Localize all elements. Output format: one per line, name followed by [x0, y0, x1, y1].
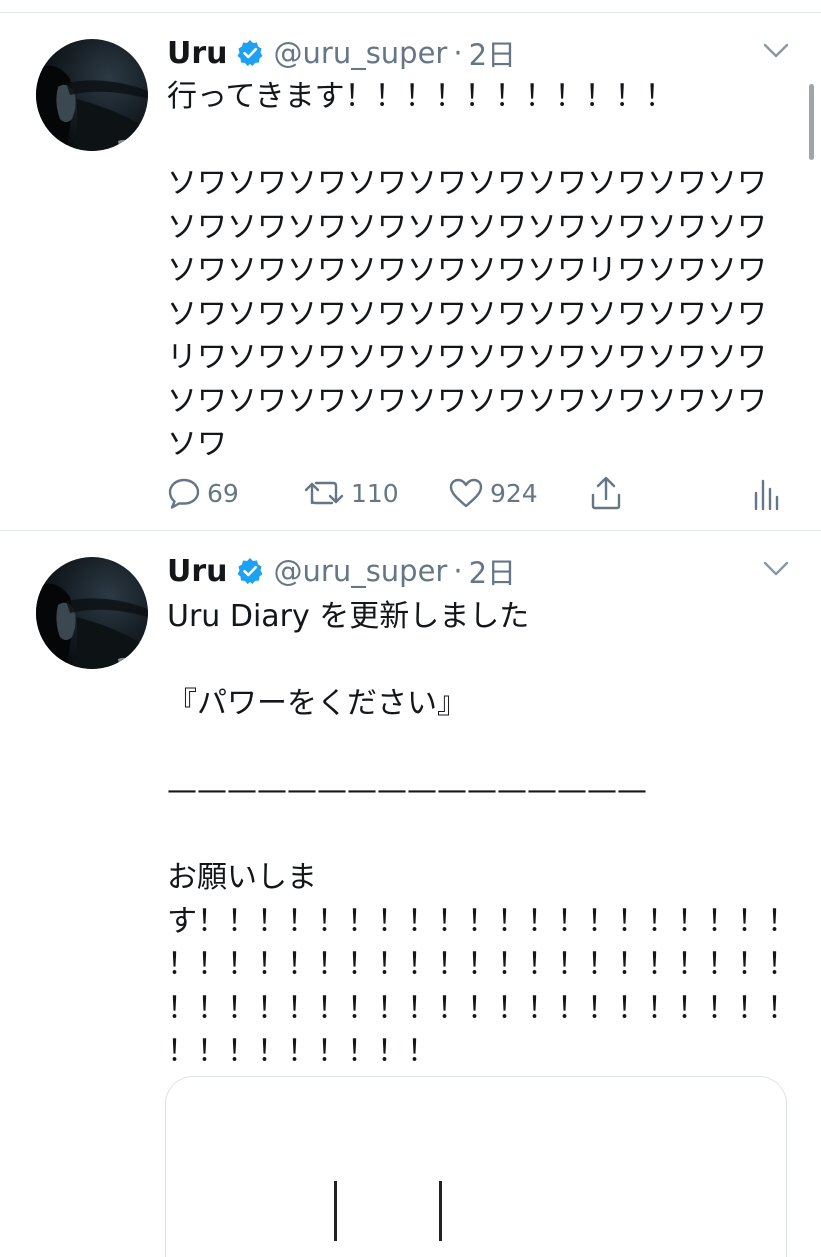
separator-dot: · — [453, 36, 463, 70]
timestamp[interactable]: 2日 — [469, 550, 516, 592]
tweet[interactable]: Uru @uru_super · 2日 行ってきます！！！！！！！！！！！ ソワ… — [0, 13, 821, 530]
retweet-icon — [304, 481, 344, 505]
reply-icon — [168, 478, 200, 509]
avatar[interactable] — [36, 557, 148, 669]
retweet-count: 110 — [351, 478, 399, 508]
chevron-down-icon[interactable] — [763, 561, 789, 577]
card-image-mark — [334, 1181, 337, 1241]
separator-dot: · — [453, 554, 463, 588]
reply-button[interactable]: 69 — [167, 471, 239, 515]
user-handle[interactable]: @uru_super — [274, 36, 448, 70]
timestamp[interactable]: 2日 — [469, 32, 516, 74]
reply-count: 69 — [207, 478, 239, 508]
analytics-button[interactable] — [753, 471, 779, 515]
scrollbar[interactable] — [809, 84, 814, 160]
tweet[interactable]: Uru @uru_super · 2日 Uru Diary を更新しました 『パ… — [0, 531, 821, 1257]
user-handle[interactable]: @uru_super — [274, 554, 448, 588]
verified-badge-icon — [236, 39, 264, 67]
chevron-down-icon[interactable] — [763, 43, 789, 59]
tweet-header: Uru @uru_super · 2日 — [167, 33, 516, 73]
heart-icon — [449, 478, 483, 508]
display-name[interactable]: Uru — [167, 554, 228, 589]
tweet-actions: 69 110 924 — [167, 471, 787, 515]
analytics-icon — [754, 479, 779, 511]
link-card[interactable] — [165, 1076, 787, 1257]
tweet-header: Uru @uru_super · 2日 — [167, 551, 516, 591]
verified-badge-icon — [236, 557, 264, 585]
display-name[interactable]: Uru — [167, 36, 228, 71]
tweet-text: Uru Diary を更新しました 『パワーをください』 ———————————… — [167, 599, 797, 1069]
share-button[interactable] — [589, 471, 623, 515]
retweet-button[interactable]: 110 — [303, 471, 399, 515]
card-image-mark — [439, 1181, 442, 1241]
like-count: 924 — [490, 478, 538, 508]
tweet-text: 行ってきます！！！！！！！！！！！ ソワソワソワソワソワソワソワソワソワソワ ソ… — [167, 79, 767, 462]
share-icon — [591, 476, 621, 510]
avatar[interactable] — [36, 39, 148, 151]
like-button[interactable]: 924 — [448, 471, 538, 515]
